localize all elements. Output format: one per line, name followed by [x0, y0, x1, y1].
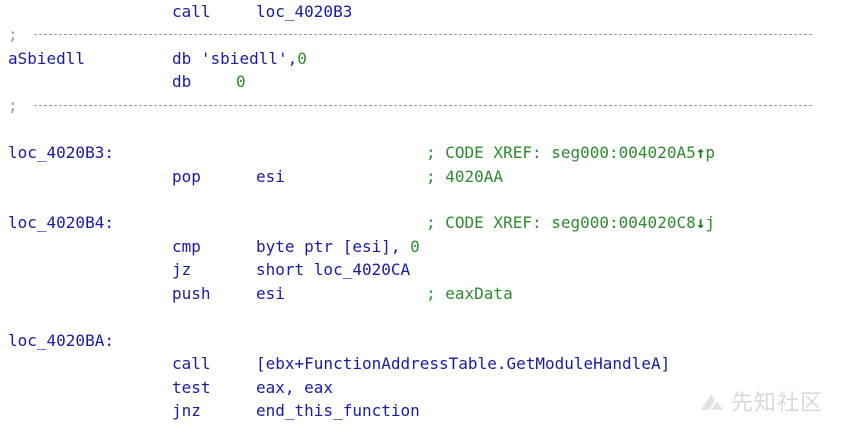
- watermark: 先知社区: [699, 385, 823, 417]
- mnemonic: pop: [172, 167, 201, 186]
- operand[interactable]: esi: [256, 165, 285, 188]
- operand[interactable]: end_this_function: [256, 399, 420, 422]
- arrow-down-icon: ↓: [695, 213, 706, 232]
- mnemonic: test: [172, 378, 211, 397]
- operand[interactable]: loc_4020B3: [256, 0, 352, 23]
- separator: ;: [8, 94, 812, 117]
- mnemonic: cmp: [172, 237, 201, 256]
- xref-comment[interactable]: ; CODE XREF: seg000:004020C8↓j: [426, 211, 715, 234]
- label[interactable]: loc_4020BA:: [8, 329, 114, 352]
- mnemonic: jz: [172, 260, 192, 279]
- instruction-line[interactable]: pop esi ; 4020AA: [0, 165, 841, 188]
- xref-comment[interactable]: ; CODE XREF: seg000:004020A5↑p: [426, 141, 715, 164]
- operand-number: 0: [297, 49, 307, 68]
- mnemonic: call: [172, 2, 211, 21]
- separator-dashes: [34, 105, 812, 106]
- instruction-line[interactable]: call loc_4020B3: [0, 0, 841, 23]
- label-line[interactable]: loc_4020B3: ; CODE XREF: seg000:004020A5…: [0, 141, 841, 164]
- operand[interactable]: byte ptr [esi], 0: [256, 235, 420, 258]
- separator-line: ;: [0, 94, 841, 117]
- instruction-line[interactable]: cmp byte ptr [esi], 0: [0, 235, 841, 258]
- watermark-logo-icon: [700, 394, 723, 410]
- separator-semicolon: ;: [8, 96, 18, 115]
- label-line[interactable]: loc_4020B4: ; CODE XREF: seg000:004020C8…: [0, 211, 841, 234]
- operand[interactable]: short loc_4020CA: [256, 258, 410, 281]
- operand: 'sbiedll',: [200, 49, 298, 68]
- separator-semicolon: ;: [8, 25, 18, 44]
- separator-line: ;: [0, 23, 841, 46]
- watermark-text: 先知社区: [730, 391, 823, 416]
- xref-text: ; CODE XREF: seg000:004020A5: [426, 143, 696, 162]
- separator: ;: [8, 23, 812, 46]
- operand-text: byte ptr [esi],: [256, 237, 411, 256]
- label[interactable]: loc_4020B3:: [8, 141, 114, 164]
- operand-number: 0: [236, 72, 246, 91]
- operand[interactable]: esi: [256, 282, 285, 305]
- operand[interactable]: eax, eax: [256, 376, 333, 399]
- label-line[interactable]: loc_4020BA:: [0, 329, 841, 352]
- label[interactable]: loc_4020B4:: [8, 211, 114, 234]
- directive-text: db: [172, 49, 192, 68]
- arrow-up-icon: ↑: [695, 143, 706, 162]
- xref-type: j: [705, 213, 715, 232]
- operand[interactable]: [ebx+FunctionAddressTable.GetModuleHandl…: [256, 352, 670, 375]
- disassembly-listing[interactable]: call loc_4020B3 ; aSbiedll db 'sbiedll',…: [0, 0, 841, 425]
- xref-text: ; CODE XREF: seg000:004020C8: [426, 213, 696, 232]
- instruction-line[interactable]: call [ebx+FunctionAddressTable.GetModule…: [0, 352, 841, 375]
- operand-number: 0: [410, 237, 420, 256]
- data-line[interactable]: db 0: [0, 70, 841, 93]
- instruction-line[interactable]: jz short loc_4020CA: [0, 258, 841, 281]
- mnemonic: jnz: [172, 401, 201, 420]
- directive: db 'sbiedll',0: [172, 47, 307, 70]
- comment: ; eaxData: [426, 284, 513, 303]
- label[interactable]: aSbiedll: [8, 47, 85, 70]
- comment: ; 4020AA: [426, 167, 504, 186]
- mnemonic: push: [172, 284, 211, 303]
- mnemonic: call: [172, 354, 211, 373]
- separator-dashes: [34, 34, 812, 35]
- instruction-line[interactable]: push esi ; eaxData: [0, 282, 841, 305]
- directive: db: [172, 72, 192, 91]
- data-line[interactable]: aSbiedll db 'sbiedll',0: [0, 47, 841, 70]
- xref-type: p: [705, 143, 715, 162]
